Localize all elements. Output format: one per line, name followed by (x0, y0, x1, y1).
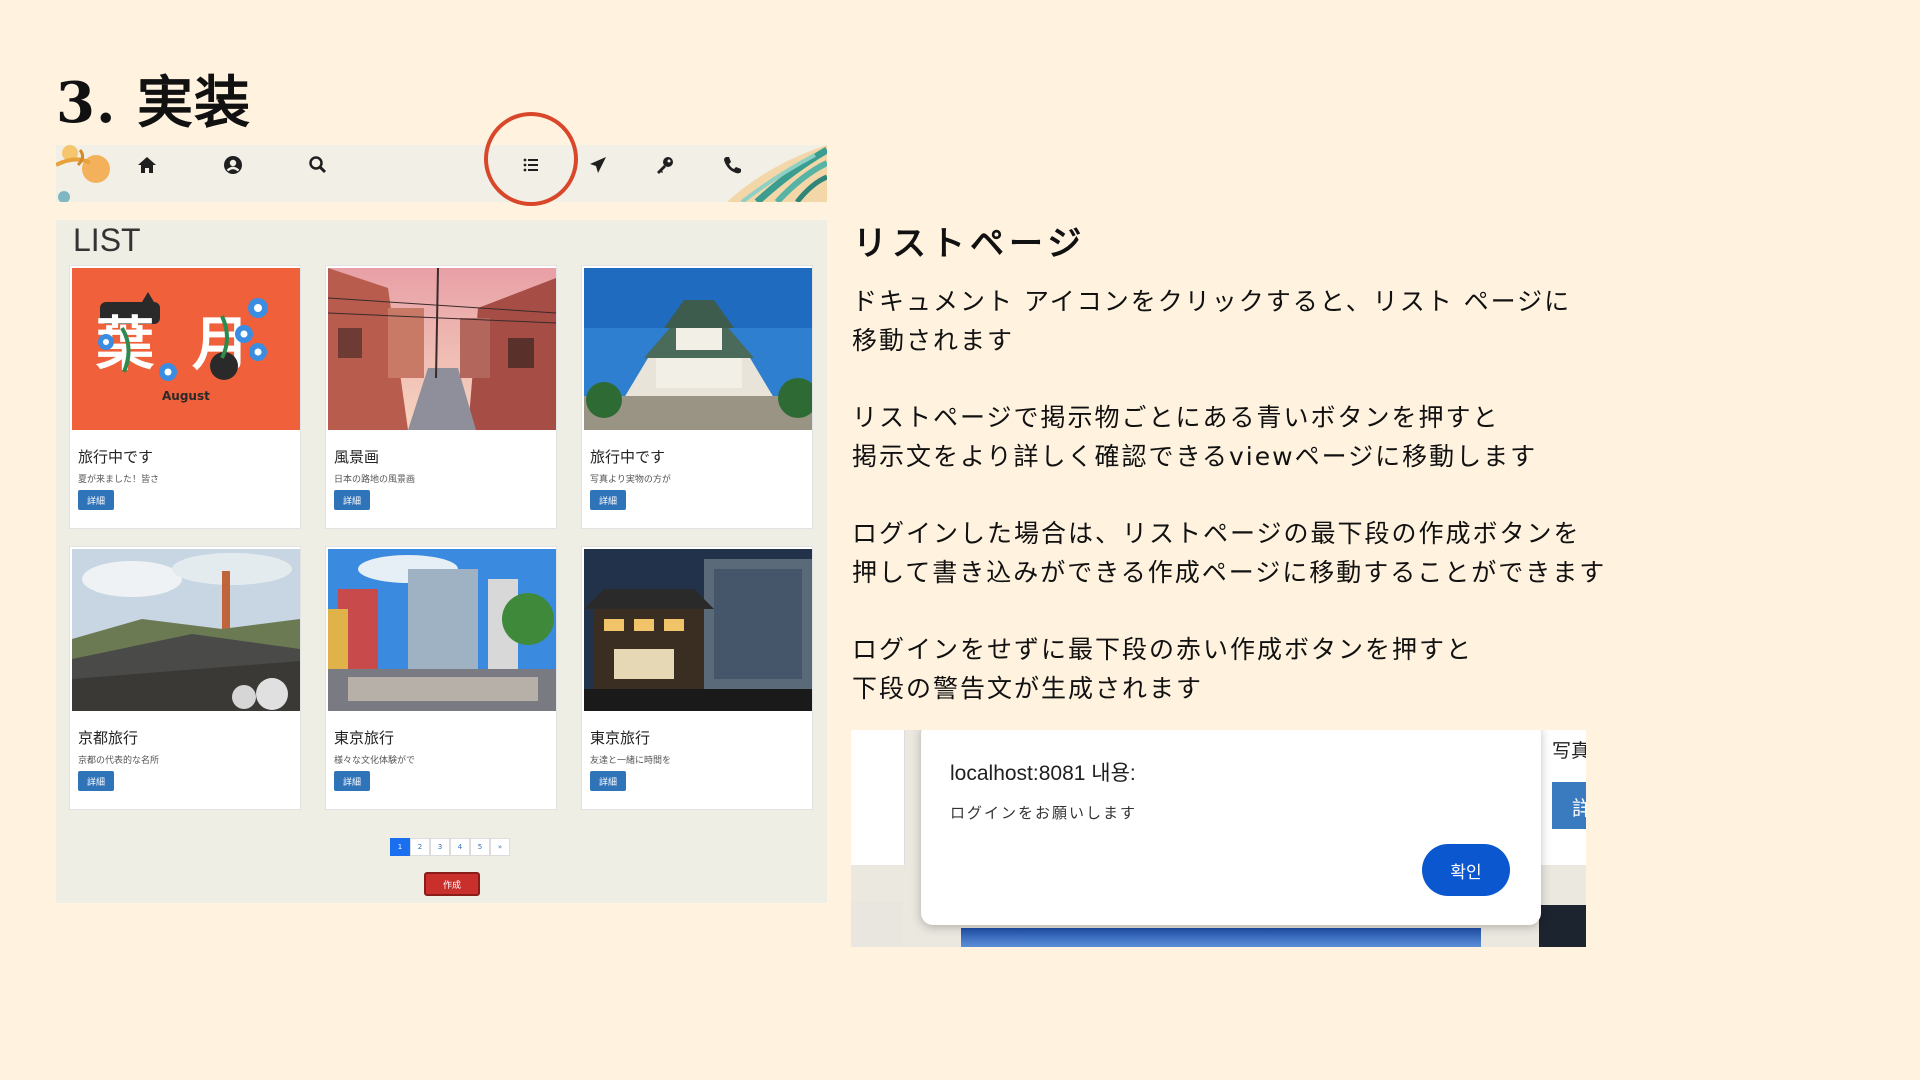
description-paragraph-3: ログインした場合は、リストページの最下段の作成ボタンを 押して書き込みができる作… (852, 514, 1606, 592)
card-image (328, 549, 556, 711)
detail-button[interactable]: 詳細 (334, 490, 370, 510)
page-link-4[interactable]: 4 (450, 838, 470, 856)
card-desc: 様々な文化体験がで (334, 756, 416, 766)
alert-dialog: localhost:8081 내용: ログインをお願いします 확인 (921, 730, 1541, 925)
background-image (1539, 905, 1586, 947)
post-card: 京都旅行 京都の代表的な名所 詳細 (69, 546, 301, 810)
card-image (72, 549, 300, 711)
card-desc: 夏が来ました！皆さ (78, 475, 160, 485)
page-link-next[interactable]: » (490, 838, 510, 856)
text-line: ログインをせずに最下段の赤い作成ボタンを押すと (852, 635, 1474, 664)
text-line: 掲示文をより詳しく確認できるviewページに移動します (852, 442, 1538, 471)
detail-button[interactable]: 詳細 (78, 490, 114, 510)
text-line: 押して書き込みができる作成ページに移動することができます (852, 558, 1607, 587)
detail-button[interactable]: 詳細 (590, 771, 626, 791)
create-button[interactable]: 作成 (424, 872, 480, 896)
card-title: 旅行中です (590, 448, 666, 466)
user-icon[interactable] (213, 149, 253, 181)
detail-button[interactable]: 詳細 (78, 771, 114, 791)
page-link-1[interactable]: 1 (390, 838, 410, 856)
background-card-text: 写真 (1552, 740, 1586, 762)
post-card: 東京旅行 様々な文化体験がで 詳細 (325, 546, 557, 810)
list-panel: LIST 葉 月 August 旅行中です 夏が来ました！皆さ 詳細 風景画 日… (56, 220, 827, 903)
page-link-2[interactable]: 2 (410, 838, 430, 856)
card-title: 京都旅行 (78, 729, 139, 747)
alert-dialog-screenshot: 写真 詳 localhost:8081 내용: ログインをお願いします 확인 (851, 730, 1586, 947)
home-icon[interactable] (127, 149, 167, 181)
text-line: ログインした場合は、リストページの最下段の作成ボタンを (852, 519, 1581, 548)
phone-icon[interactable] (712, 149, 752, 181)
dialog-ok-button[interactable]: 확인 (1422, 844, 1510, 896)
list-heading: LIST (73, 222, 141, 258)
background-image (851, 902, 903, 947)
card-desc: 京都の代表的な名所 (78, 756, 160, 766)
post-card: 風景画 日本の路地の風景画 詳細 (325, 265, 557, 529)
background-image (961, 928, 1481, 947)
text-line: 移動されます (852, 326, 1015, 355)
key-icon[interactable] (645, 149, 685, 181)
post-card: 東京旅行 友達と一緒に時間を 詳細 (581, 546, 813, 810)
pagination: 1 2 3 4 5 » (390, 838, 510, 856)
card-desc: 写真より実物の方が (590, 475, 671, 485)
search-icon[interactable] (298, 149, 338, 181)
slide-title: 3. 実装 (56, 70, 251, 136)
card-desc: 友達と一緒に時間を (590, 756, 672, 766)
background-detail-button: 詳 (1552, 782, 1586, 829)
text-line: 下段の警告文が生成されます (852, 674, 1204, 703)
card-desc: 日本の路地の風景画 (334, 475, 416, 485)
card-image (584, 268, 812, 430)
page-link-5[interactable]: 5 (470, 838, 490, 856)
card-image (584, 549, 812, 711)
description-paragraph-4: ログインをせずに最下段の赤い作成ボタンを押すと 下段の警告文が生成されます (852, 630, 1473, 708)
list-icon[interactable] (511, 149, 551, 181)
card-image-text: August (162, 389, 210, 403)
navbar (56, 145, 827, 202)
detail-button[interactable]: 詳細 (334, 771, 370, 791)
page-link-3[interactable]: 3 (430, 838, 450, 856)
send-icon[interactable] (578, 149, 618, 181)
leaf-decoration (56, 145, 110, 202)
description-paragraph-2: リストページで掲示物ごとにある青いボタンを押すと 掲示文をより詳しく確認できるv… (852, 398, 1537, 476)
text-line: ドキュメント アイコンをクリックすると、リスト ページに (852, 287, 1572, 316)
card-image (328, 268, 556, 430)
list-page-screenshot: LIST 葉 月 August 旅行中です 夏が来ました！皆さ 詳細 風景画 日… (56, 112, 827, 903)
text-line: リストページで掲示物ごとにある青いボタンを押すと (852, 403, 1500, 432)
card-title: 旅行中です (78, 448, 154, 466)
post-card: 葉 月 August 旅行中です 夏が来ました！皆さ 詳細 (69, 265, 301, 529)
card-title: 東京旅行 (590, 729, 651, 747)
description-paragraph-1: ドキュメント アイコンをクリックすると、リスト ページに 移動されます (852, 282, 1571, 360)
background-card (851, 730, 905, 865)
dialog-message: ログインをお願いします (950, 804, 1138, 822)
card-title: 風景画 (334, 448, 380, 466)
card-image: 葉 月 August (72, 268, 300, 430)
detail-button[interactable]: 詳細 (590, 490, 626, 510)
post-card: 旅行中です 写真より実物の方が 詳細 (581, 265, 813, 529)
card-title: 東京旅行 (334, 729, 395, 747)
section-title: リストページ (853, 224, 1087, 264)
dialog-title: localhost:8081 내용: (950, 762, 1136, 785)
